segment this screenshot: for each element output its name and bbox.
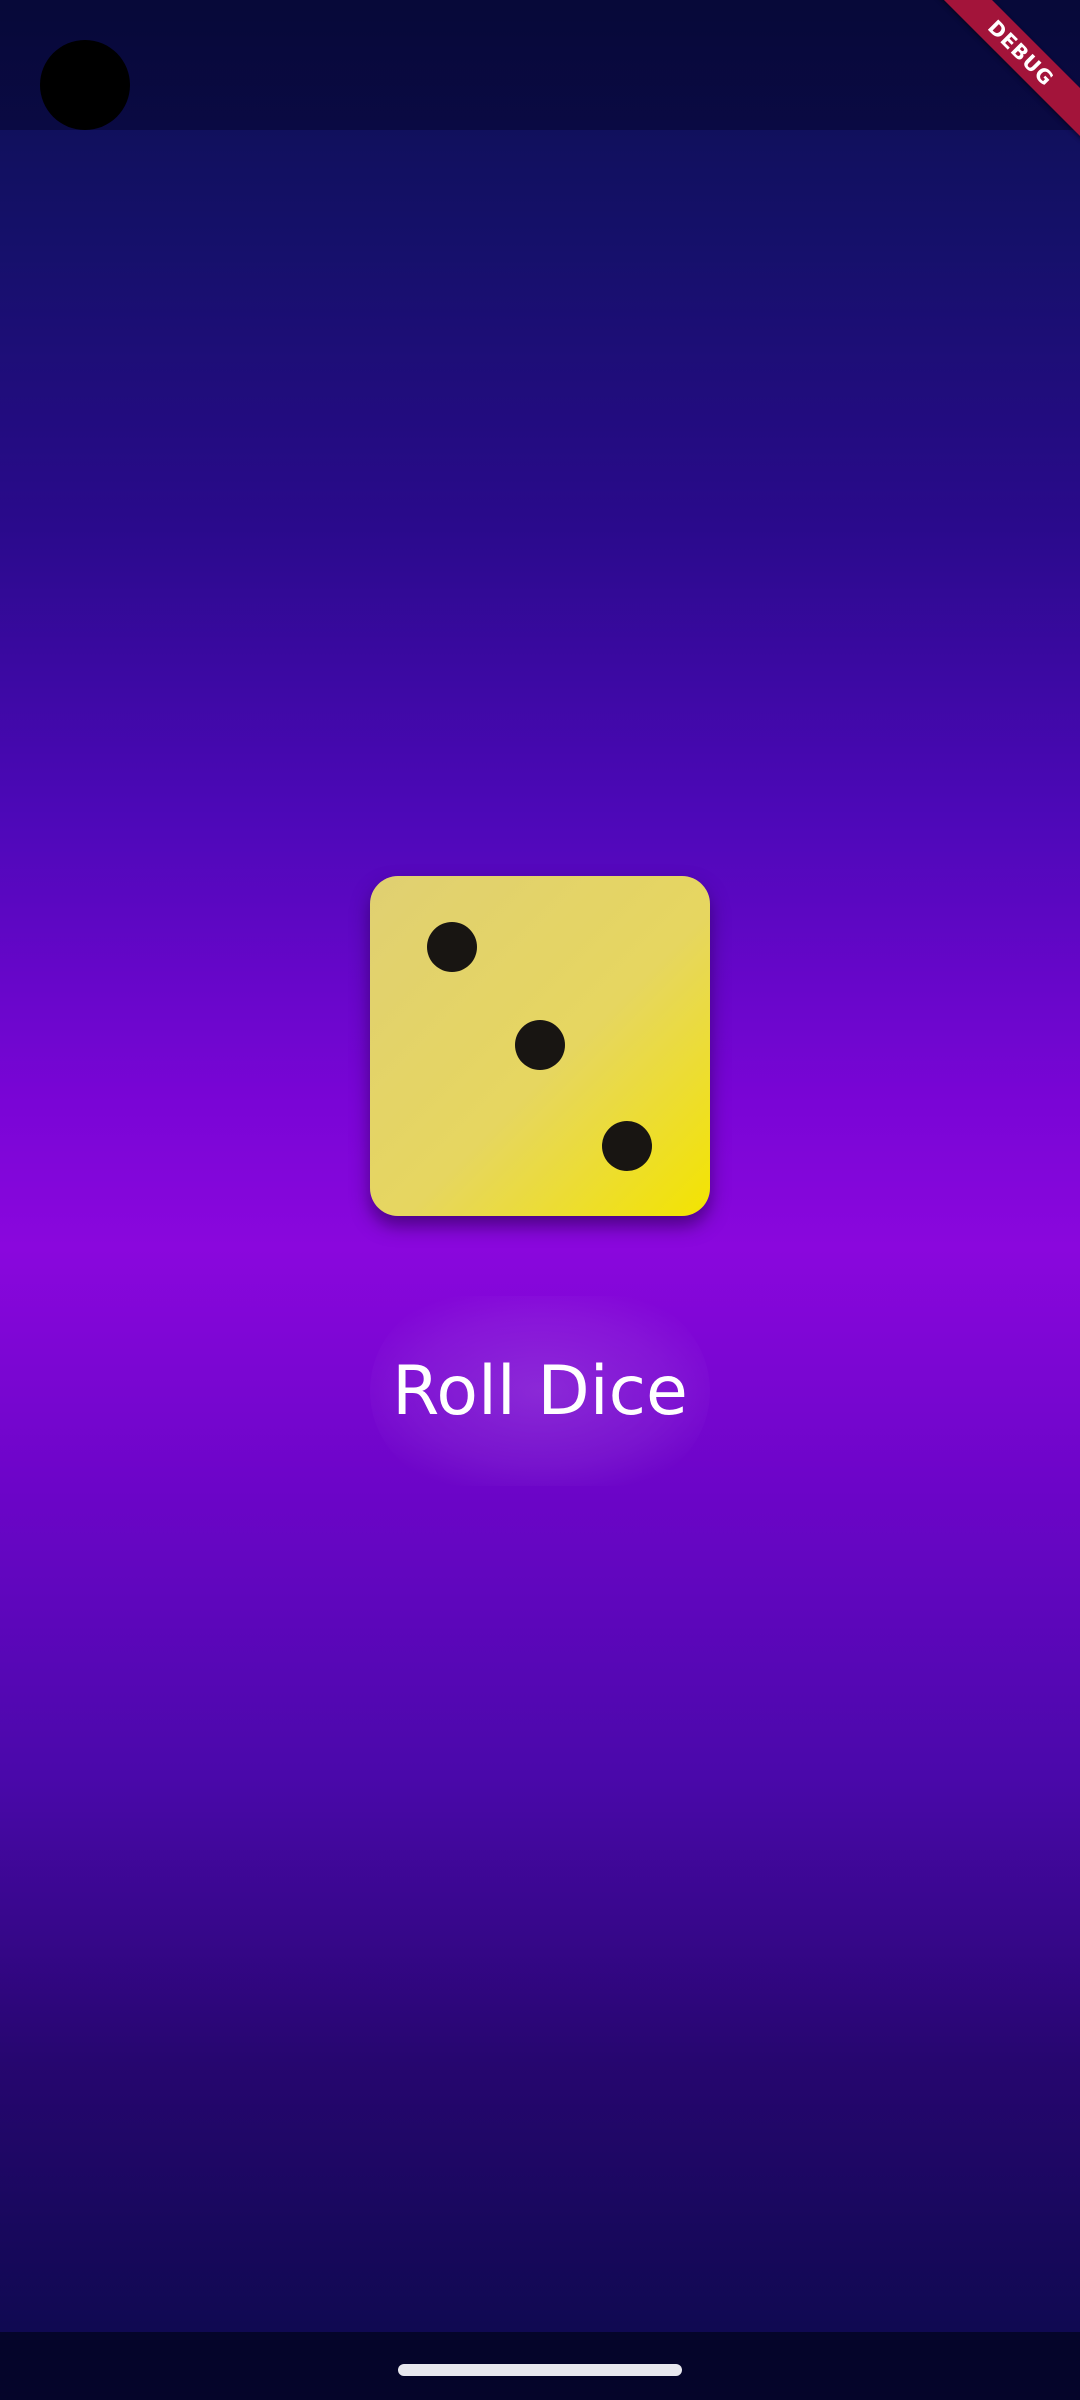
dice-pip: [602, 1121, 652, 1171]
dice-pip: [515, 1020, 565, 1070]
dice-face[interactable]: [370, 876, 710, 1216]
app-screen: DEBUG Roll Dice: [0, 0, 1080, 2400]
dice-pip: [427, 922, 477, 972]
camera-cutout-icon: [40, 40, 130, 130]
roll-dice-button[interactable]: Roll Dice: [370, 1296, 710, 1486]
status-bar: [0, 0, 1080, 130]
debug-banner-label: DEBUG: [934, 0, 1080, 140]
debug-banner: DEBUG: [920, 0, 1080, 160]
home-indicator-icon[interactable]: [398, 2364, 682, 2376]
roll-dice-label: Roll Dice: [392, 1351, 688, 1431]
system-navigation-bar: [0, 2332, 1080, 2400]
